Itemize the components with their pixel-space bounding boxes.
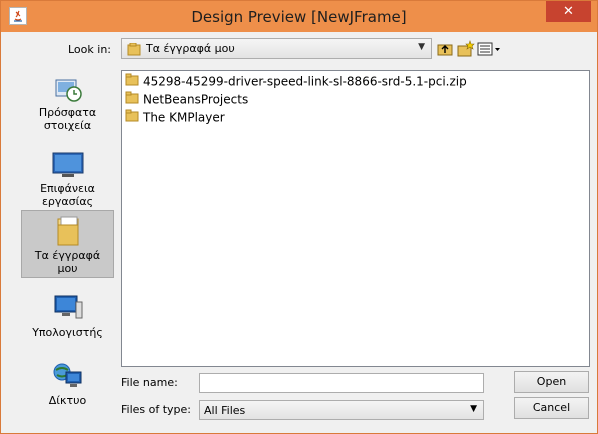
look-in-combo[interactable]: Τα έγγραφά μου ▼	[121, 38, 432, 59]
window-title: Design Preview [NewJFrame]	[191, 8, 407, 26]
place-label-line2: στοιχεία	[43, 119, 92, 132]
files-of-type-value: All Files	[204, 404, 246, 417]
open-button[interactable]: Open	[514, 371, 589, 393]
chevron-down-icon[interactable]: ▼	[418, 42, 425, 52]
look-in-label: Look in:	[68, 43, 111, 56]
file-name: NetBeansProjects	[143, 92, 249, 107]
dialog-body: Look in: Τα έγγραφά μου ▼ Πρόσφατα στοιχ…	[9, 32, 591, 428]
folder-icon	[125, 91, 139, 109]
place-label-line2: εργασίας	[41, 195, 94, 208]
close-button[interactable]: ✕	[546, 1, 591, 22]
place-label-line1: Τα έγγραφά	[34, 249, 101, 262]
look-in-value: Τα έγγραφά μου	[146, 42, 235, 55]
folder-icon	[125, 73, 139, 91]
desktop-icon	[52, 148, 84, 180]
file-name: The KMPlayer	[143, 110, 225, 125]
chevron-down-icon[interactable]: ▼	[470, 404, 477, 414]
view-menu-icon[interactable]	[477, 40, 501, 58]
up-folder-icon[interactable]	[436, 40, 455, 58]
folder-icon	[125, 109, 139, 127]
place-desktop[interactable]: Επιφάνεια εργασίας	[21, 144, 114, 212]
list-item[interactable]: 45298-45299-driver-speed-link-sl-8866-sr…	[125, 73, 467, 90]
list-item[interactable]: The KMPlayer	[125, 109, 225, 126]
list-item[interactable]: NetBeansProjects	[125, 91, 248, 108]
place-label-line1: Δίκτυο	[48, 394, 87, 407]
place-label-line1: Επιφάνεια	[40, 182, 95, 195]
place-label-line2: μου	[57, 262, 78, 275]
places-bar: Πρόσφατα στοιχεία Επιφάνεια εργασίας Τα …	[21, 68, 114, 428]
file-list[interactable]: 45298-45299-driver-speed-link-sl-8866-sr…	[121, 70, 590, 367]
place-label-line1: Πρόσφατα	[38, 106, 97, 119]
new-folder-icon[interactable]	[456, 40, 475, 58]
network-icon	[52, 360, 84, 392]
documents-icon	[52, 215, 84, 247]
place-my-documents[interactable]: Τα έγγραφά μου	[21, 210, 114, 278]
file-name: 45298-45299-driver-speed-link-sl-8866-sr…	[143, 74, 467, 89]
folder-icon	[127, 42, 141, 59]
place-network[interactable]: Δίκτυο	[21, 356, 114, 424]
recent-items-icon	[52, 72, 84, 104]
file-chooser-window: Design Preview [NewJFrame] ✕ Look in: Τα…	[0, 0, 598, 434]
file-name-field[interactable]	[199, 373, 484, 393]
files-of-type-combo[interactable]: All Files ▼	[199, 400, 484, 420]
title-bar[interactable]: Design Preview [NewJFrame] ✕	[1, 1, 597, 32]
cancel-button[interactable]: Cancel	[514, 397, 589, 419]
place-computer[interactable]: Υπολογιστής	[21, 288, 114, 356]
computer-icon	[52, 292, 84, 324]
files-of-type-label: Files of type:	[121, 403, 192, 416]
file-name-label: File name:	[121, 376, 178, 389]
place-recent-items[interactable]: Πρόσφατα στοιχεία	[21, 68, 114, 136]
place-label-line1: Υπολογιστής	[32, 326, 103, 339]
